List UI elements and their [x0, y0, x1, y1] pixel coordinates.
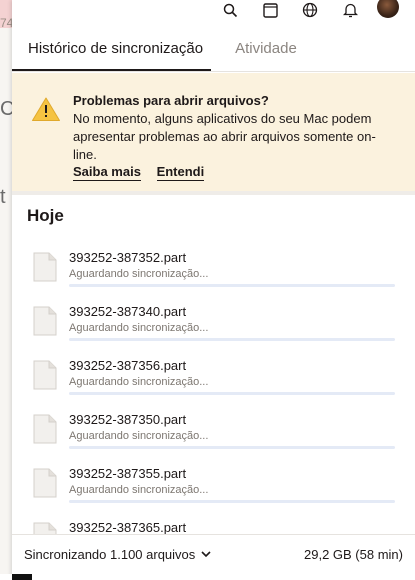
- divider: [12, 191, 415, 195]
- progress-bar: [69, 338, 395, 341]
- avatar[interactable]: [377, 0, 399, 18]
- list-item[interactable]: 393252-387356.part Aguardando sincroniza…: [12, 352, 415, 406]
- file-name: 393252-387352.part: [69, 250, 187, 265]
- sync-status-label: Sincronizando 1.100 arquivos: [24, 547, 196, 562]
- size-estimate: 29,2 GB (58 min): [304, 547, 403, 562]
- file-status: Aguardando sincronização...: [69, 322, 209, 334]
- status-footer: Sincronizando 1.100 arquivos 29,2 GB (58…: [12, 534, 415, 574]
- tab-sync-history[interactable]: Histórico de sincronização: [12, 40, 212, 71]
- chevron-down-icon: [201, 551, 211, 558]
- list-item[interactable]: 393252-387355.part Aguardando sincroniza…: [12, 460, 415, 514]
- sync-status-dropdown[interactable]: Sincronizando 1.100 arquivos: [24, 547, 211, 562]
- sync-panel: Histórico de sincronização Atividade Pro…: [12, 0, 415, 580]
- progress-bar: [69, 392, 395, 395]
- file-icon: [33, 306, 57, 341]
- list-item[interactable]: 393252-387340.part Aguardando sincroniza…: [12, 298, 415, 352]
- file-icon: [33, 414, 57, 449]
- file-name: 393252-387355.part: [69, 466, 187, 481]
- file-icon: [33, 468, 57, 503]
- file-name: 393252-387356.part: [69, 358, 187, 373]
- progress-bar: [69, 446, 395, 449]
- warning-banner: Problemas para abrir arquivos? No moment…: [12, 73, 415, 191]
- bell-icon[interactable]: [341, 1, 359, 19]
- file-status: Aguardando sincronização...: [69, 268, 209, 280]
- progress-bar: [69, 500, 395, 503]
- dismiss-link[interactable]: Entendi: [156, 164, 205, 181]
- globe-icon[interactable]: [301, 1, 319, 19]
- tab-activity[interactable]: Atividade: [235, 40, 297, 71]
- banner-title: Problemas para abrir arquivos?: [73, 93, 269, 108]
- progress-bar: [69, 284, 395, 287]
- warning-icon: [31, 96, 61, 127]
- file-icon: [33, 252, 57, 287]
- list-item[interactable]: 393252-387352.part Aguardando sincroniza…: [12, 244, 415, 298]
- banner-links: Saiba mais Entendi: [73, 164, 216, 181]
- search-icon[interactable]: [221, 1, 239, 19]
- learn-more-link[interactable]: Saiba mais: [73, 164, 141, 181]
- list-item[interactable]: 393252-387350.part Aguardando sincroniza…: [12, 406, 415, 460]
- window-icon[interactable]: [261, 1, 279, 19]
- file-name: 393252-387340.part: [69, 304, 187, 319]
- section-title: Hoje: [27, 206, 64, 225]
- file-icon: [33, 522, 57, 534]
- background-letter: t: [0, 186, 6, 208]
- file-status: Aguardando sincronização...: [69, 430, 209, 442]
- topbar: [12, 0, 415, 20]
- bottom-edge: [0, 574, 415, 580]
- file-name: 393252-387350.part: [69, 412, 187, 427]
- file-status: Aguardando sincronização...: [69, 376, 209, 388]
- file-name: 393252-387365.part: [69, 520, 187, 534]
- tab-bar: Histórico de sincronização Atividade: [12, 28, 415, 72]
- file-list: 393252-387352.part Aguardando sincroniza…: [12, 244, 415, 534]
- file-icon: [33, 360, 57, 395]
- banner-message: No momento, alguns aplicativos do seu Ma…: [73, 111, 376, 162]
- list-item[interactable]: 393252-387365.part: [12, 514, 415, 534]
- file-status: Aguardando sincronização...: [69, 484, 209, 496]
- dock-edge: [12, 574, 32, 580]
